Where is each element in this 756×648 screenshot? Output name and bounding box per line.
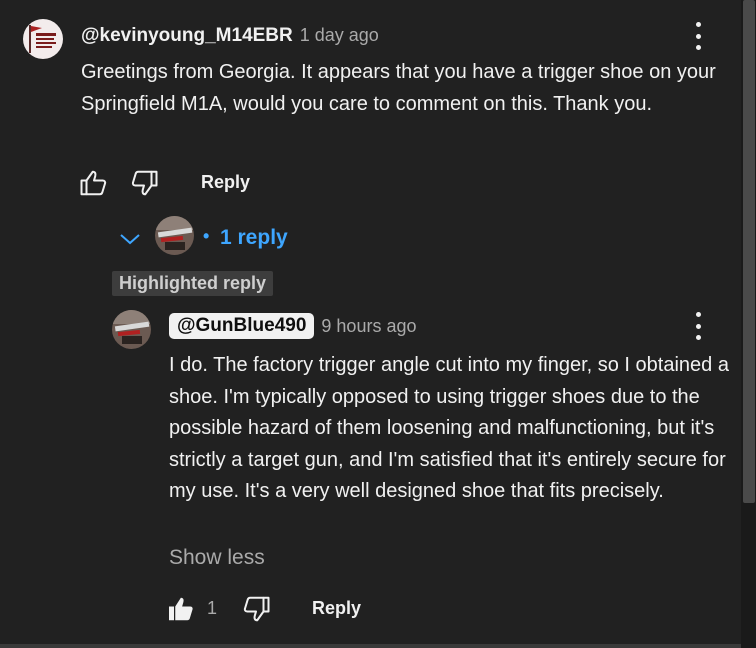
reply-button[interactable]: Reply	[201, 172, 250, 193]
like-count: 1	[207, 598, 218, 618]
dislike-icon[interactable]	[129, 168, 159, 198]
dislike-icon[interactable]	[241, 594, 271, 624]
comment-author-handle[interactable]: @kevinyoung_M14EBR	[81, 25, 293, 47]
show-less-button[interactable]: Show less	[169, 546, 265, 570]
rifle-photo-icon	[112, 310, 151, 349]
scrollbar-thumb[interactable]	[743, 0, 755, 503]
replies-dot: •	[203, 226, 210, 246]
reply-text: I do. The factory trigger angle cut into…	[169, 354, 729, 502]
like-filled-icon[interactable]	[166, 594, 197, 624]
reply-avatar[interactable]	[112, 310, 151, 349]
reply-more-actions-icon[interactable]	[694, 312, 702, 340]
comment-header: @kevinyoung_M14EBR 1 day ago	[81, 25, 379, 47]
comment-more-actions-icon[interactable]	[694, 22, 702, 50]
reply-avatar-thumbnail	[155, 216, 194, 255]
avatar[interactable]	[23, 19, 63, 59]
chevron-down-icon[interactable]	[119, 231, 141, 247]
highlighted-reply-badge: Highlighted reply	[112, 271, 274, 296]
reply-button[interactable]: Reply	[312, 598, 361, 619]
reply-header: @GunBlue490 9 hours ago	[169, 313, 416, 339]
like-icon[interactable]	[79, 168, 109, 198]
reply-timestamp[interactable]: 9 hours ago	[321, 316, 416, 337]
comment-text: Greetings from Georgia. It appears that …	[81, 61, 716, 115]
reply-author-handle[interactable]: @GunBlue490	[169, 313, 315, 339]
comment-timestamp[interactable]: 1 day ago	[300, 25, 379, 46]
avatar-flag-icon	[23, 19, 63, 59]
replies-toggle-button[interactable]: 1 reply	[220, 226, 288, 250]
rifle-photo-icon	[155, 216, 194, 255]
divider	[0, 644, 741, 648]
